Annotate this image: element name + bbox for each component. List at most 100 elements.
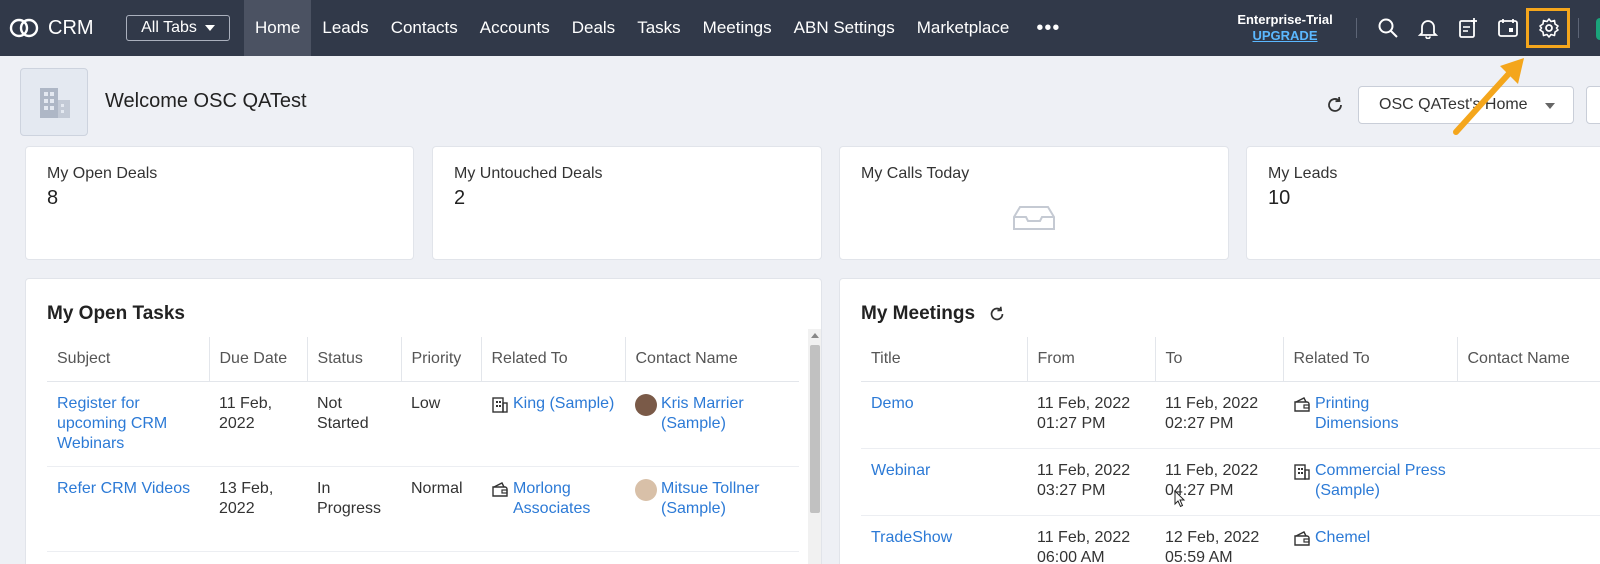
add-note-icon (1459, 18, 1477, 38)
avatar (635, 478, 657, 501)
column-header[interactable]: Contact Name (625, 337, 799, 382)
module-tabs: Home Leads Contacts Accounts Deals Tasks… (244, 0, 1076, 56)
meeting-title-link[interactable]: TradeShow (871, 529, 952, 546)
search-button[interactable] (1374, 14, 1402, 42)
column-header[interactable]: From (1027, 337, 1156, 382)
kpi-card-untouched-deals[interactable]: My Untouched Deals 2 (432, 146, 822, 260)
column-header[interactable]: Related To (1283, 337, 1458, 382)
related-to-link[interactable]: King (Sample) (513, 394, 614, 414)
contact-name-link[interactable]: Mitsue Tollner (Sample) (661, 479, 789, 519)
all-tabs-dropdown[interactable]: All Tabs (126, 15, 230, 41)
more-tabs-button[interactable]: ••• (1020, 0, 1076, 56)
related-to-link[interactable]: Commercial Press (Sample) (1315, 461, 1447, 501)
related-to-link[interactable]: Printing Dimensions (1315, 394, 1447, 434)
search-icon (1378, 18, 1398, 38)
tasks-table: Subject Due Date Status Priority Related… (47, 337, 799, 552)
kpi-card-calls-today[interactable]: My Calls Today (839, 146, 1229, 260)
meeting-title-link[interactable]: Demo (871, 395, 914, 412)
mouse-cursor-icon (1174, 490, 1186, 508)
related-to-link[interactable]: Morlong Associates (513, 479, 615, 519)
upgrade-link[interactable]: UPGRADE (1222, 28, 1348, 44)
account-icon (492, 396, 508, 413)
meetings-table: Title From To Related To Contact Name De… (861, 337, 1600, 564)
task-priority: Low (401, 381, 481, 467)
refresh-icon[interactable] (1324, 94, 1346, 116)
meeting-contact (1457, 515, 1600, 564)
tab-deals[interactable]: Deals (561, 0, 626, 56)
meeting-from: 11 Feb, 2022 01:27 PM (1027, 381, 1155, 449)
tab-contacts[interactable]: Contacts (380, 0, 469, 56)
tab-abn-settings[interactable]: ABN Settings (783, 0, 906, 56)
welcome-heading: Welcome OSC QATest (105, 90, 307, 112)
tab-home[interactable]: Home (244, 0, 312, 56)
divider (1578, 18, 1579, 38)
task-status: In Progress (307, 466, 401, 552)
column-header[interactable]: Subject (47, 337, 210, 382)
deal-icon (492, 481, 508, 497)
scroll-up-arrow[interactable] (811, 333, 819, 338)
home-options-button[interactable] (1586, 86, 1600, 124)
table-row: Register for upcoming CRM Webinars 11 Fe… (47, 381, 799, 467)
tab-tasks[interactable]: Tasks (626, 0, 691, 56)
bell-icon (1417, 20, 1439, 39)
column-header[interactable]: Title (861, 337, 1028, 382)
deal-icon (1294, 530, 1310, 546)
meeting-from: 11 Feb, 2022 03:27 PM (1027, 448, 1155, 516)
task-subject-link[interactable]: Refer CRM Videos (57, 480, 190, 497)
table-row: Demo 11 Feb, 2022 01:27 PM 11 Feb, 2022 … (861, 381, 1600, 449)
kpi-value: 8 (47, 187, 59, 209)
notifications-button[interactable] (1414, 14, 1442, 42)
table-header-row: Title From To Related To Contact Name (861, 337, 1600, 382)
column-header[interactable]: Related To (481, 337, 626, 382)
column-header[interactable]: Status (307, 337, 402, 382)
chevron-down-icon (1545, 103, 1555, 109)
meeting-from: 11 Feb, 2022 06:00 AM (1027, 515, 1155, 564)
column-header[interactable]: To (1155, 337, 1284, 382)
task-status: Not Started (307, 381, 401, 467)
crm-logo[interactable]: CRM (8, 17, 108, 40)
kpi-card-leads[interactable]: My Leads 10 (1246, 146, 1600, 260)
building-icon (40, 88, 70, 118)
meeting-contact (1457, 448, 1600, 516)
task-priority: Normal (401, 466, 481, 552)
panel-title: My Open Tasks (47, 303, 185, 324)
kpi-label: My Untouched Deals (454, 165, 603, 182)
crm-logo-icon (9, 18, 39, 38)
open-tasks-panel: My Open Tasks Subject Due Date Status Pr… (25, 278, 822, 564)
top-navigation-bar: CRM All Tabs Home Leads Contacts Account… (0, 0, 1600, 56)
divider (1356, 18, 1357, 38)
meeting-to: 12 Feb, 2022 05:59 AM (1155, 515, 1283, 564)
column-header[interactable]: Due Date (209, 337, 308, 382)
tab-meetings[interactable]: Meetings (692, 0, 783, 56)
settings-highlight-box (1526, 8, 1570, 48)
tab-marketplace[interactable]: Marketplace (906, 0, 1021, 56)
table-row: Webinar 11 Feb, 2022 03:27 PM 11 Feb, 20… (861, 448, 1600, 516)
related-to-link[interactable]: Chemel (1315, 528, 1370, 548)
column-header[interactable]: Priority (401, 337, 482, 382)
tab-leads[interactable]: Leads (311, 0, 379, 56)
tab-accounts[interactable]: Accounts (469, 0, 561, 56)
kpi-value: 2 (454, 187, 466, 209)
meeting-contact (1457, 381, 1600, 449)
table-row: Refer CRM Videos 13 Feb, 2022 In Progres… (47, 466, 799, 552)
column-header[interactable]: Contact Name (1457, 337, 1600, 382)
refresh-icon[interactable] (987, 304, 1007, 324)
kpi-card-open-deals[interactable]: My Open Deals 8 (25, 146, 414, 260)
deal-icon (1294, 396, 1310, 412)
task-due-date: 13 Feb, 2022 (209, 466, 307, 552)
calendar-button[interactable] (1494, 14, 1522, 42)
kpi-label: My Calls Today (861, 165, 970, 182)
panel-title: My Meetings (861, 303, 976, 324)
panel-title-wrap: My Meetings (861, 303, 1007, 325)
user-avatar[interactable] (1596, 18, 1600, 40)
quick-create-button[interactable] (1454, 14, 1482, 42)
app-name: CRM (48, 16, 94, 39)
meeting-title-link[interactable]: Webinar (871, 462, 930, 479)
all-tabs-label: All Tabs (141, 19, 197, 36)
task-subject-link[interactable]: Register for upcoming CRM Webinars (57, 395, 167, 452)
kpi-label: My Open Deals (47, 165, 158, 182)
kpi-value: 10 (1268, 187, 1291, 209)
scrollbar-thumb[interactable] (810, 345, 820, 513)
contact-name-link[interactable]: Kris Marrier (Sample) (661, 394, 789, 434)
empty-inbox-icon (1013, 206, 1055, 230)
